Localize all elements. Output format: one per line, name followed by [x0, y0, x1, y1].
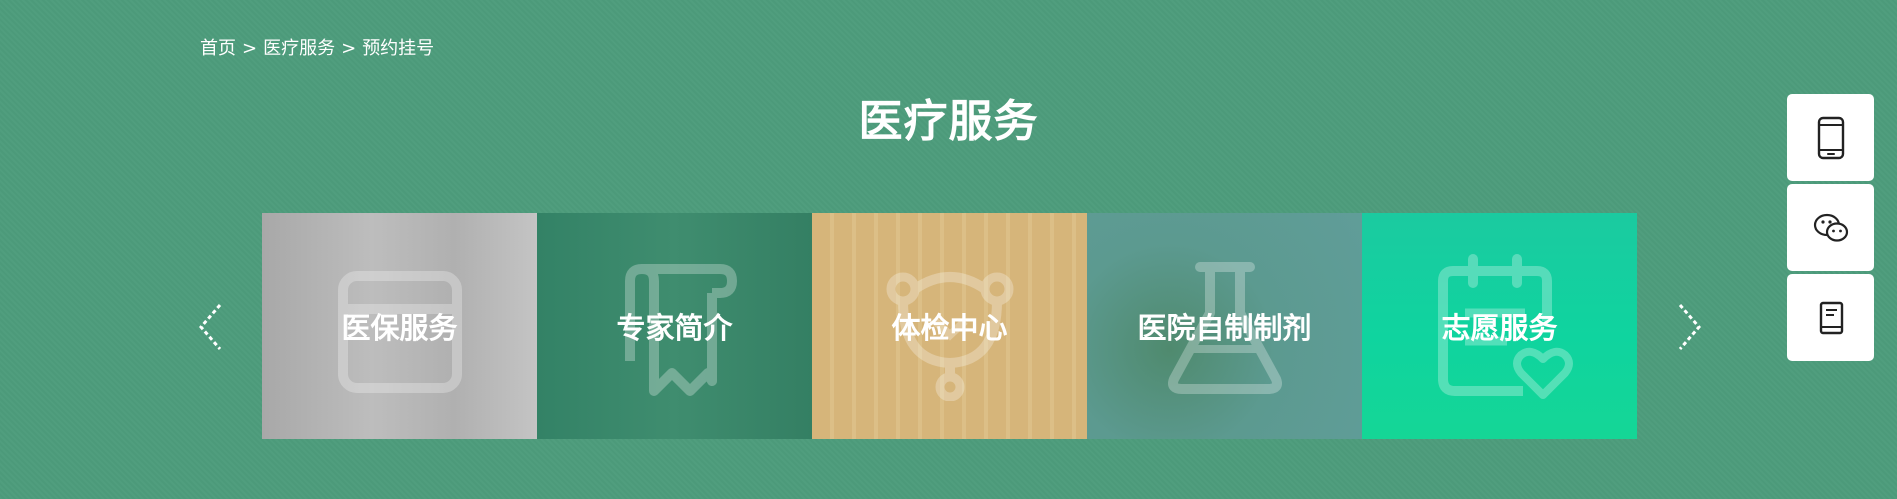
wechat-button[interactable]	[1787, 184, 1874, 271]
card-label: 体检中心	[891, 311, 1008, 345]
service-card-hospital-preparations[interactable]: 医院自制制剂	[1087, 213, 1362, 439]
carousel-next-button[interactable]	[1670, 302, 1704, 352]
card-label: 医保服务	[341, 311, 458, 345]
chevron-left-icon	[199, 304, 222, 350]
carousel-prev-button[interactable]	[196, 302, 230, 352]
card-label: 志愿服务	[1441, 311, 1558, 345]
breadcrumb-home-link[interactable]: 首页	[200, 38, 236, 59]
service-card-medical-insurance[interactable]: 医保服务	[262, 213, 537, 439]
breadcrumb-separator: >	[341, 38, 357, 59]
book-icon	[1819, 301, 1843, 334]
breadcrumb: 首页 > 医疗服务 > 预约挂号	[200, 37, 434, 61]
page-title: 医疗服务	[858, 96, 1039, 147]
card-label: 医院自制制剂	[1137, 311, 1312, 345]
page: 首页 > 医疗服务 > 预约挂号 医疗服务 医保服务 专家简介 体检中心 医院自…	[0, 0, 1897, 499]
breadcrumb-medical-services-link[interactable]: 医疗服务	[263, 38, 335, 59]
card-label: 专家简介	[616, 311, 733, 345]
side-toolbar	[1787, 94, 1874, 364]
breadcrumb-separator: >	[242, 38, 258, 59]
service-carousel: 医保服务 专家简介 体检中心 医院自制制剂 志愿服务	[262, 213, 1637, 439]
service-card-volunteer[interactable]: 志愿服务	[1362, 213, 1637, 439]
wechat-icon	[1813, 213, 1848, 242]
mobile-site-button[interactable]	[1787, 94, 1874, 181]
mobile-phone-icon	[1817, 116, 1844, 159]
service-card-expert-intro[interactable]: 专家简介	[537, 213, 812, 439]
service-card-health-checkup[interactable]: 体检中心	[812, 213, 1087, 439]
breadcrumb-appointment-link[interactable]: 预约挂号	[362, 38, 434, 59]
guide-book-button[interactable]	[1787, 274, 1874, 361]
chevron-right-icon	[1678, 304, 1701, 350]
